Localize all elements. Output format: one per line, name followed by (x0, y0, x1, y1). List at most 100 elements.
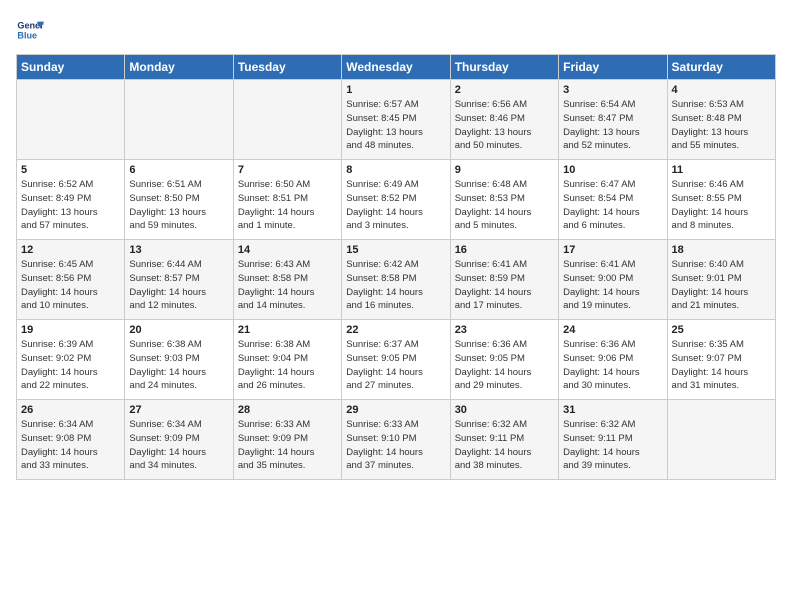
weekday-header: Monday (125, 55, 233, 80)
day-info: Sunrise: 6:41 AM Sunset: 9:00 PM Dayligh… (563, 258, 662, 313)
calendar-cell: 21 Sunrise: 6:38 AM Sunset: 9:04 PM Dayli… (233, 320, 341, 400)
calendar-cell: 20 Sunrise: 6:38 AM Sunset: 9:03 PM Dayli… (125, 320, 233, 400)
weekday-header: Sunday (17, 55, 125, 80)
calendar-body: 1 Sunrise: 6:57 AM Sunset: 8:45 PM Daylig… (17, 80, 776, 480)
day-number: 7 (238, 164, 337, 176)
day-number: 14 (238, 244, 337, 256)
calendar-cell: 19 Sunrise: 6:39 AM Sunset: 9:02 PM Dayli… (17, 320, 125, 400)
calendar-cell: 15 Sunrise: 6:42 AM Sunset: 8:58 PM Dayli… (342, 240, 450, 320)
day-info: Sunrise: 6:33 AM Sunset: 9:09 PM Dayligh… (238, 418, 337, 473)
day-number: 20 (129, 324, 228, 336)
day-number: 31 (563, 404, 662, 416)
day-info: Sunrise: 6:43 AM Sunset: 8:58 PM Dayligh… (238, 258, 337, 313)
day-number: 26 (21, 404, 120, 416)
day-info: Sunrise: 6:34 AM Sunset: 9:09 PM Dayligh… (129, 418, 228, 473)
day-info: Sunrise: 6:38 AM Sunset: 9:03 PM Dayligh… (129, 338, 228, 393)
calendar-cell: 17 Sunrise: 6:41 AM Sunset: 9:00 PM Dayli… (559, 240, 667, 320)
day-info: Sunrise: 6:32 AM Sunset: 9:11 PM Dayligh… (563, 418, 662, 473)
calendar-cell: 4 Sunrise: 6:53 AM Sunset: 8:48 PM Daylig… (667, 80, 775, 160)
day-number: 28 (238, 404, 337, 416)
day-number: 6 (129, 164, 228, 176)
day-info: Sunrise: 6:40 AM Sunset: 9:01 PM Dayligh… (672, 258, 771, 313)
day-info: Sunrise: 6:41 AM Sunset: 8:59 PM Dayligh… (455, 258, 554, 313)
day-number: 19 (21, 324, 120, 336)
calendar-cell: 28 Sunrise: 6:33 AM Sunset: 9:09 PM Dayli… (233, 400, 341, 480)
calendar-cell (667, 400, 775, 480)
calendar-cell: 23 Sunrise: 6:36 AM Sunset: 9:05 PM Dayli… (450, 320, 558, 400)
day-number: 5 (21, 164, 120, 176)
calendar-cell: 31 Sunrise: 6:32 AM Sunset: 9:11 PM Dayli… (559, 400, 667, 480)
day-info: Sunrise: 6:52 AM Sunset: 8:49 PM Dayligh… (21, 178, 120, 233)
day-number: 1 (346, 84, 445, 96)
calendar-cell: 1 Sunrise: 6:57 AM Sunset: 8:45 PM Daylig… (342, 80, 450, 160)
calendar-cell (233, 80, 341, 160)
calendar-cell: 25Sunrise: 6:35 AM Sunset: 9:07 PM Dayli… (667, 320, 775, 400)
day-number: 17 (563, 244, 662, 256)
weekday-header: Friday (559, 55, 667, 80)
calendar-cell: 14 Sunrise: 6:43 AM Sunset: 8:58 PM Dayli… (233, 240, 341, 320)
day-number: 16 (455, 244, 554, 256)
day-number: 15 (346, 244, 445, 256)
day-number: 29 (346, 404, 445, 416)
day-info: Sunrise: 6:56 AM Sunset: 8:46 PM Dayligh… (455, 98, 554, 153)
calendar-cell: 24Sunrise: 6:36 AM Sunset: 9:06 PM Dayli… (559, 320, 667, 400)
day-number: 22 (346, 324, 445, 336)
day-info: Sunrise: 6:57 AM Sunset: 8:45 PM Dayligh… (346, 98, 445, 153)
day-info: Sunrise: 6:39 AM Sunset: 9:02 PM Dayligh… (21, 338, 120, 393)
day-info: Sunrise: 6:49 AM Sunset: 8:52 PM Dayligh… (346, 178, 445, 233)
calendar-cell: 12Sunrise: 6:45 AM Sunset: 8:56 PM Dayli… (17, 240, 125, 320)
weekday-header: Tuesday (233, 55, 341, 80)
calendar-week-row: 1 Sunrise: 6:57 AM Sunset: 8:45 PM Daylig… (17, 80, 776, 160)
day-number: 3 (563, 84, 662, 96)
calendar-week-row: 5 Sunrise: 6:52 AM Sunset: 8:49 PM Daylig… (17, 160, 776, 240)
calendar-cell (125, 80, 233, 160)
day-info: Sunrise: 6:38 AM Sunset: 9:04 PM Dayligh… (238, 338, 337, 393)
day-number: 23 (455, 324, 554, 336)
day-number: 10 (563, 164, 662, 176)
day-number: 8 (346, 164, 445, 176)
day-info: Sunrise: 6:36 AM Sunset: 9:05 PM Dayligh… (455, 338, 554, 393)
calendar-header: SundayMondayTuesdayWednesdayThursdayFrid… (17, 55, 776, 80)
day-number: 11 (672, 164, 771, 176)
calendar-week-row: 12Sunrise: 6:45 AM Sunset: 8:56 PM Dayli… (17, 240, 776, 320)
logo-icon: General Blue (16, 16, 44, 44)
day-number: 4 (672, 84, 771, 96)
logo: General Blue (16, 16, 48, 44)
day-info: Sunrise: 6:44 AM Sunset: 8:57 PM Dayligh… (129, 258, 228, 313)
weekday-header: Saturday (667, 55, 775, 80)
day-info: Sunrise: 6:32 AM Sunset: 9:11 PM Dayligh… (455, 418, 554, 473)
day-info: Sunrise: 6:53 AM Sunset: 8:48 PM Dayligh… (672, 98, 771, 153)
weekday-header: Thursday (450, 55, 558, 80)
calendar-cell: 5 Sunrise: 6:52 AM Sunset: 8:49 PM Daylig… (17, 160, 125, 240)
day-number: 13 (129, 244, 228, 256)
calendar-cell: 22Sunrise: 6:37 AM Sunset: 9:05 PM Dayli… (342, 320, 450, 400)
calendar-cell: 29 Sunrise: 6:33 AM Sunset: 9:10 PM Dayli… (342, 400, 450, 480)
page-header: General Blue (16, 16, 776, 44)
calendar-cell (17, 80, 125, 160)
calendar-cell: 30 Sunrise: 6:32 AM Sunset: 9:11 PM Dayli… (450, 400, 558, 480)
weekday-header: Wednesday (342, 55, 450, 80)
day-info: Sunrise: 6:47 AM Sunset: 8:54 PM Dayligh… (563, 178, 662, 233)
calendar-cell: 8 Sunrise: 6:49 AM Sunset: 8:52 PM Daylig… (342, 160, 450, 240)
day-info: Sunrise: 6:33 AM Sunset: 9:10 PM Dayligh… (346, 418, 445, 473)
calendar-week-row: 26Sunrise: 6:34 AM Sunset: 9:08 PM Dayli… (17, 400, 776, 480)
day-number: 21 (238, 324, 337, 336)
svg-text:Blue: Blue (17, 30, 37, 40)
day-info: Sunrise: 6:54 AM Sunset: 8:47 PM Dayligh… (563, 98, 662, 153)
day-info: Sunrise: 6:36 AM Sunset: 9:06 PM Dayligh… (563, 338, 662, 393)
day-info: Sunrise: 6:42 AM Sunset: 8:58 PM Dayligh… (346, 258, 445, 313)
calendar-cell: 26Sunrise: 6:34 AM Sunset: 9:08 PM Dayli… (17, 400, 125, 480)
day-number: 18 (672, 244, 771, 256)
calendar-cell: 13 Sunrise: 6:44 AM Sunset: 8:57 PM Dayli… (125, 240, 233, 320)
header-row: SundayMondayTuesdayWednesdayThursdayFrid… (17, 55, 776, 80)
day-number: 12 (21, 244, 120, 256)
calendar-table: SundayMondayTuesdayWednesdayThursdayFrid… (16, 54, 776, 480)
day-number: 27 (129, 404, 228, 416)
calendar-week-row: 19 Sunrise: 6:39 AM Sunset: 9:02 PM Dayli… (17, 320, 776, 400)
day-number: 9 (455, 164, 554, 176)
day-info: Sunrise: 6:35 AM Sunset: 9:07 PM Dayligh… (672, 338, 771, 393)
day-info: Sunrise: 6:50 AM Sunset: 8:51 PM Dayligh… (238, 178, 337, 233)
day-number: 2 (455, 84, 554, 96)
day-number: 30 (455, 404, 554, 416)
day-info: Sunrise: 6:48 AM Sunset: 8:53 PM Dayligh… (455, 178, 554, 233)
